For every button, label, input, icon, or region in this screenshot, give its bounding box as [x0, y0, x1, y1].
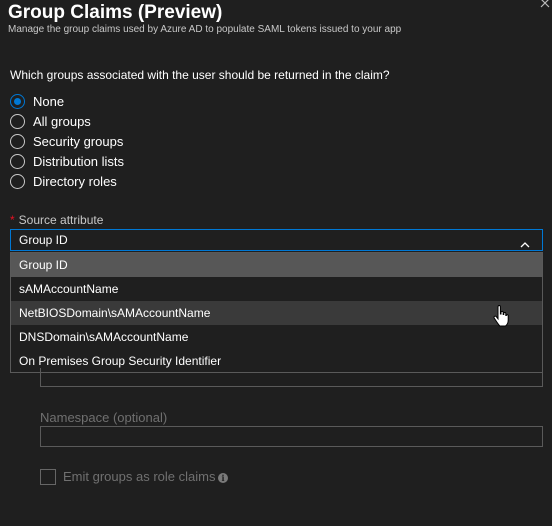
radio-label: Distribution lists [33, 153, 125, 169]
required-marker: * [10, 213, 15, 227]
claim-name-input-partial[interactable] [40, 368, 543, 387]
radio-button[interactable] [10, 113, 25, 129]
dropdown-option-group-id[interactable]: Group ID [11, 253, 542, 277]
dropdown-option-samaccountname[interactable]: sAMAccountName [11, 277, 542, 301]
radio-button[interactable] [10, 93, 25, 109]
radio-label: All groups [33, 113, 91, 129]
chevron-up-icon[interactable] [520, 236, 530, 248]
group-question-label: Which groups associated with the user sh… [10, 68, 390, 82]
dropdown-option-netbios-samaccountname[interactable]: NetBIOSDomain\sAMAccountName [11, 301, 542, 325]
radio-option-directory-roles[interactable]: Directory roles [10, 171, 117, 191]
radio-option-distribution-lists[interactable]: Distribution lists [10, 151, 124, 171]
emit-roles-label: Emit groups as role claims [63, 469, 216, 484]
radio-button[interactable] [10, 133, 25, 149]
source-attribute-select[interactable]: Group ID [10, 229, 543, 251]
radio-label: Security groups [33, 133, 124, 149]
radio-button[interactable] [10, 153, 25, 169]
radio-option-none[interactable]: None [10, 91, 64, 111]
info-icon[interactable]: i [218, 473, 228, 483]
source-attribute-label: * Source attribute [10, 213, 103, 227]
emit-roles-checkbox[interactable] [40, 469, 56, 485]
page-subtitle: Manage the group claims used by Azure AD… [8, 24, 402, 35]
source-attribute-label-text: Source attribute [18, 213, 104, 227]
radio-label: None [33, 93, 65, 109]
radio-option-all-groups[interactable]: All groups [10, 111, 91, 131]
namespace-label: Namespace (optional) [40, 410, 168, 425]
page-title: Group Claims (Preview) [8, 2, 223, 23]
dropdown-option-dns-samaccountname[interactable]: DNSDomain\sAMAccountName [11, 325, 542, 349]
source-attribute-value: Group ID [19, 233, 68, 247]
radio-button[interactable] [10, 173, 25, 189]
radio-label: Directory roles [33, 173, 117, 189]
close-icon[interactable] [540, 0, 550, 8]
radio-option-security-groups[interactable]: Security groups [10, 131, 123, 151]
hand-cursor-icon [493, 304, 509, 327]
namespace-input[interactable] [40, 426, 543, 447]
source-attribute-dropdown: Group ID sAMAccountName NetBIOSDomain\sA… [10, 252, 543, 373]
